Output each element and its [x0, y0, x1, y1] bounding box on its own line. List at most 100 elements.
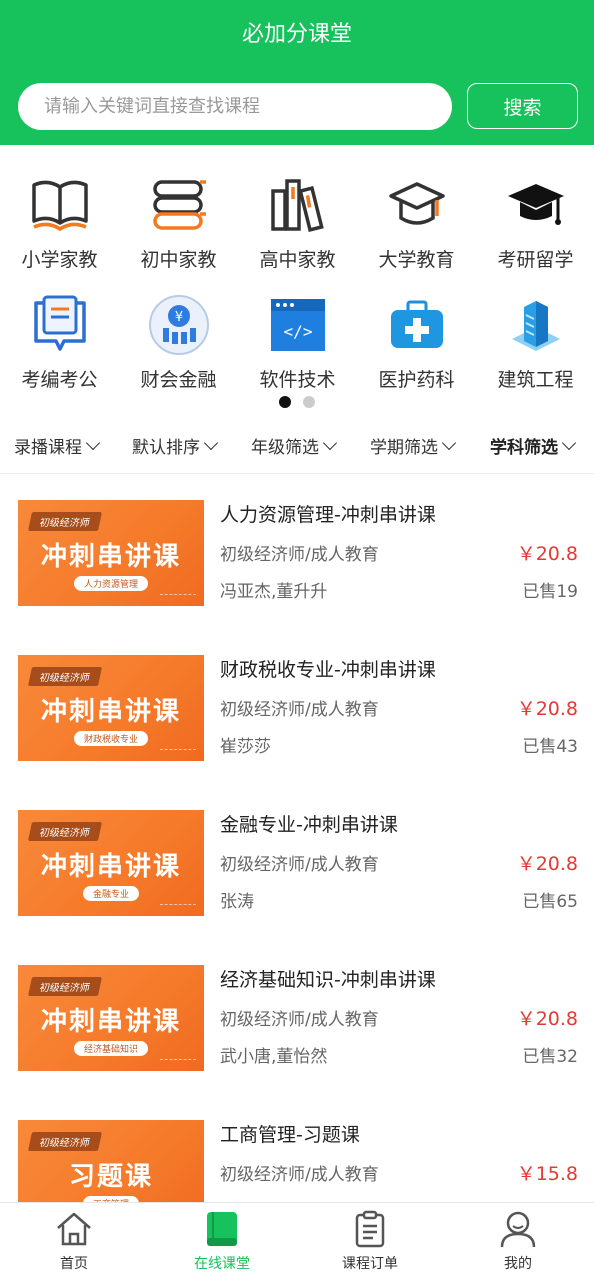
- category-label: 建筑工程: [497, 369, 574, 391]
- thumbnail-title: 冲刺串讲课: [40, 852, 181, 882]
- category-junior-tutoring[interactable]: 初中家教: [119, 172, 238, 272]
- document-icon: [27, 292, 93, 358]
- category-medical[interactable]: 医护药科: [357, 292, 476, 392]
- course-title: 经济基础知识-冲刺串讲课: [220, 969, 436, 991]
- course-item[interactable]: 初级经济师 冲刺串讲课 财政税收专业 财政税收专业-冲刺串讲课 初级经济师/成人…: [0, 629, 594, 784]
- category-finance[interactable]: ¥ 财会金融: [119, 292, 238, 392]
- chevron-down-icon: [85, 435, 101, 450]
- course-item[interactable]: 初级经济师 冲刺串讲课 经济基础知识 经济基础知识-冲刺串讲课 初级经济师/成人…: [0, 939, 594, 1094]
- category-software[interactable]: </> 软件技术: [238, 292, 357, 392]
- open-book-icon: [27, 172, 93, 238]
- thumbnail-tag: 初级经济师: [27, 977, 103, 996]
- course-item[interactable]: 初级经济师 冲刺串讲课 人力资源管理 人力资源管理-冲刺串讲课 初级经济师/成人…: [0, 474, 594, 629]
- yuan-coin-icon: ¥: [146, 292, 212, 358]
- category-primary-tutoring[interactable]: 小学家教: [0, 172, 119, 272]
- code-window-icon: </>: [265, 292, 331, 358]
- thumbnail-tag: 初级经济师: [27, 667, 103, 686]
- user-icon: [498, 1209, 538, 1249]
- thumbnail-tag: 初级经济师: [27, 512, 103, 531]
- thumbnail-decoration: [160, 749, 196, 753]
- filter-course-type[interactable]: 录播课程: [14, 433, 101, 458]
- course-thumbnail: 初级经济师 冲刺串讲课 人力资源管理: [18, 500, 204, 606]
- chevron-down-icon: [203, 435, 219, 450]
- category-senior-tutoring[interactable]: 高中家教: [238, 172, 357, 272]
- course-title: 工商管理-习题课: [220, 1124, 360, 1146]
- thumbnail-title: 冲刺串讲课: [40, 1007, 181, 1037]
- course-category: 初级经济师/成人教育: [220, 1165, 379, 1185]
- category-label: 财会金融: [140, 369, 217, 391]
- thumbnail-title: 冲刺串讲课: [40, 697, 181, 727]
- course-category: 初级经济师/成人教育: [220, 1010, 379, 1030]
- course-teacher: 张涛: [220, 892, 254, 912]
- tab-label: 课程订单: [342, 1256, 398, 1272]
- category-label: 高中家教: [259, 249, 336, 271]
- thumbnail-title: 冲刺串讲课: [40, 542, 181, 572]
- thumbnail-title: 习题课: [68, 1162, 153, 1192]
- app-title: 必加分课堂: [241, 22, 352, 47]
- pager-dot-active[interactable]: [279, 396, 291, 408]
- mortarboard-icon: [503, 172, 569, 238]
- bottom-tab-bar: 首页 在线课堂 课程订单 我的: [0, 1202, 594, 1280]
- header: 必加分课堂 搜索: [0, 0, 594, 145]
- course-teacher: 武小唐,董怡然: [220, 1047, 328, 1067]
- building-icon: [503, 292, 569, 358]
- filter-subject[interactable]: 学科筛选: [490, 433, 577, 458]
- course-title: 财政税收专业-冲刺串讲课: [220, 659, 436, 681]
- category-label: 医护药科: [378, 369, 455, 391]
- stacked-books-icon: [146, 172, 212, 238]
- course-title: 人力资源管理-冲刺串讲课: [220, 504, 436, 526]
- thumbnail-decoration: [160, 904, 196, 908]
- chevron-down-icon: [322, 435, 338, 450]
- course-category: 初级经济师/成人教育: [220, 855, 379, 875]
- chevron-down-icon: [441, 435, 457, 450]
- course-teacher: 冯亚杰,董升升: [220, 582, 328, 602]
- category-civil-service[interactable]: 考编考公: [0, 292, 119, 392]
- chevron-down-icon: [561, 435, 577, 450]
- course-thumbnail: 初级经济师 冲刺串讲课 财政税收专业: [18, 655, 204, 761]
- pager-dot[interactable]: [303, 396, 315, 408]
- category-label: 大学教育: [378, 249, 455, 271]
- course-price: ￥20.8: [516, 543, 578, 565]
- clipboard-icon: [350, 1209, 390, 1249]
- search-box[interactable]: [18, 83, 452, 130]
- thumbnail-decoration: [160, 1059, 196, 1063]
- filter-label: 学期筛选: [370, 438, 438, 458]
- course-sold-count: 已售43: [522, 737, 578, 757]
- course-category: 初级经济师/成人教育: [220, 545, 379, 565]
- course-price: ￥20.8: [516, 853, 578, 875]
- course-thumbnail: 初级经济师 冲刺串讲课 经济基础知识: [18, 965, 204, 1071]
- course-price: ￥20.8: [516, 1008, 578, 1030]
- course-sold-count: 已售32: [522, 1047, 578, 1067]
- course-item[interactable]: 初级经济师 冲刺串讲课 金融专业 金融专业-冲刺串讲课 初级经济师/成人教育 ￥…: [0, 784, 594, 939]
- course-category: 初级经济师/成人教育: [220, 700, 379, 720]
- book-icon: [202, 1209, 242, 1249]
- filter-term[interactable]: 学期筛选: [370, 433, 457, 458]
- category-construction[interactable]: 建筑工程: [476, 292, 594, 392]
- course-sold-count: 已售65: [522, 892, 578, 912]
- search-button[interactable]: 搜索: [467, 83, 578, 129]
- tab-home[interactable]: 首页: [0, 1209, 148, 1273]
- svg-text:¥: ¥: [174, 310, 182, 325]
- tab-me[interactable]: 我的: [444, 1209, 592, 1273]
- search-input[interactable]: [18, 83, 452, 130]
- filter-label: 年级筛选: [251, 438, 319, 458]
- category-university[interactable]: 大学教育: [357, 172, 476, 272]
- category-label: 初中家教: [140, 249, 217, 271]
- svg-text:</>: </>: [283, 322, 312, 341]
- course-price: ￥20.8: [516, 698, 578, 720]
- category-label: 考编考公: [21, 369, 98, 391]
- filter-grade[interactable]: 年级筛选: [251, 433, 338, 458]
- tab-label: 首页: [60, 1256, 88, 1272]
- category-label: 软件技术: [259, 369, 336, 391]
- filter-sort[interactable]: 默认排序: [132, 433, 219, 458]
- graduation-cap-icon: [384, 172, 450, 238]
- tab-online-class[interactable]: 在线课堂: [148, 1209, 296, 1273]
- thumbnail-subtitle: 经济基础知识: [73, 1041, 149, 1056]
- tab-course-orders[interactable]: 课程订单: [296, 1209, 444, 1273]
- course-price: ￥15.8: [516, 1163, 578, 1185]
- thumbnail-subtitle: 财政税收专业: [73, 731, 149, 746]
- tab-label: 我的: [504, 1256, 532, 1272]
- course-title: 金融专业-冲刺串讲课: [220, 814, 398, 836]
- category-postgrad-abroad[interactable]: 考研留学: [476, 172, 594, 272]
- book-spines-icon: [265, 172, 331, 238]
